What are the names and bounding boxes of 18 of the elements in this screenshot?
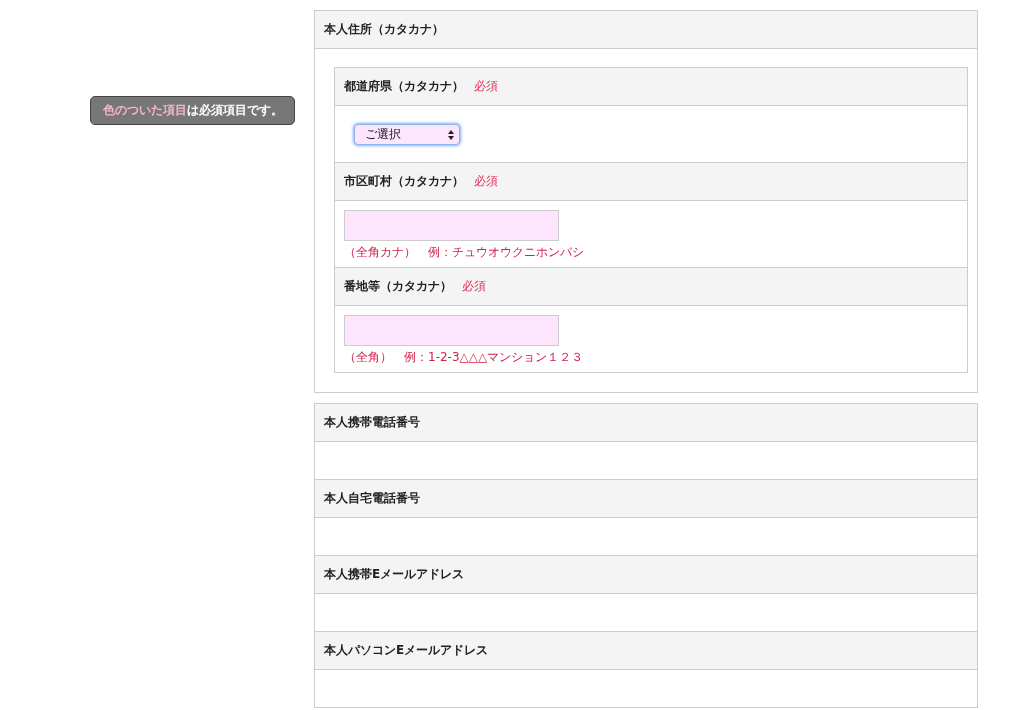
section-header: 本人住所（カタカナ） <box>315 11 977 49</box>
text-input-field[interactable] <box>344 315 559 346</box>
input-hint: （全角カナ） 例：チュウオウクニホンバシ <box>344 244 585 261</box>
section-header: 本人携帯電話番号 <box>315 404 977 442</box>
section-header: 本人携帯Eメールアドレス <box>315 555 977 594</box>
field-label: 番地等（カタカナ） <box>344 278 452 295</box>
text-input-field[interactable] <box>344 210 559 241</box>
field-label: 都道府県（カタカナ） <box>344 78 464 95</box>
required-tag: 必須 <box>474 173 498 190</box>
prefecture-select[interactable]: ご選択 <box>354 124 460 145</box>
caret-icon <box>448 129 454 140</box>
required-tag: 必須 <box>462 278 486 295</box>
required-tag: 必須 <box>474 78 498 95</box>
field-label: 市区町村（カタカナ） <box>344 173 464 190</box>
section-header: 本人自宅電話番号 <box>315 479 977 518</box>
required-notice: 色のついた項目は必須項目です。 <box>90 96 295 125</box>
input-hint: （全角） 例：1-2-3△△△マンション１２３ <box>344 349 585 366</box>
section-header: 本人パソコンEメールアドレス <box>315 631 977 670</box>
